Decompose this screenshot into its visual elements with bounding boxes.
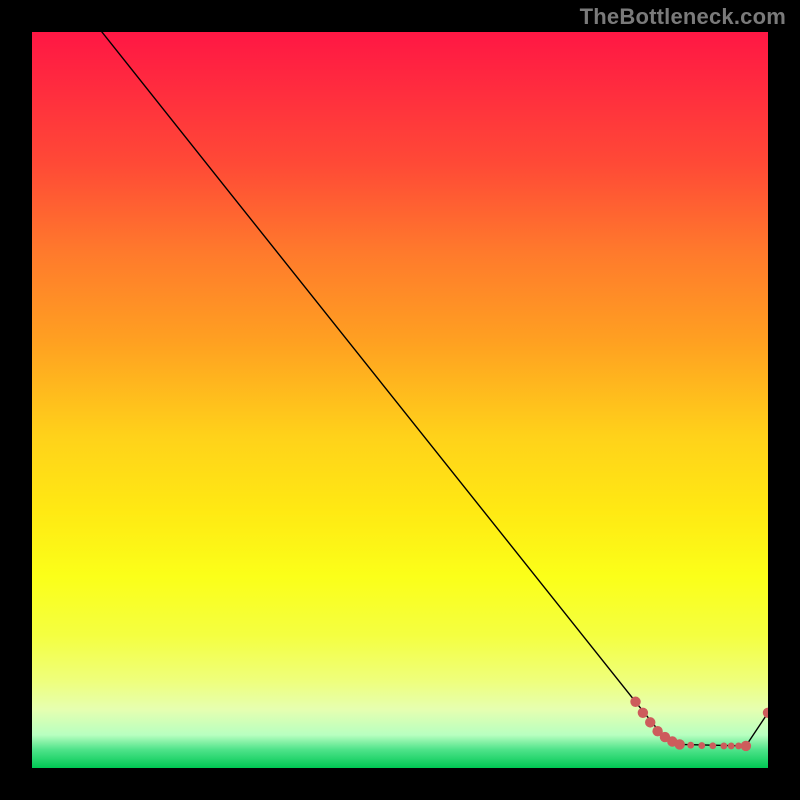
chart-background xyxy=(32,32,768,768)
chart-dot xyxy=(638,708,648,718)
chart-root: TheBottleneck.com xyxy=(0,0,800,800)
chart-dot xyxy=(630,697,640,707)
watermark-label: TheBottleneck.com xyxy=(580,4,786,30)
chart-dot xyxy=(741,741,751,751)
chart-dot xyxy=(728,743,735,750)
chart-canvas xyxy=(32,32,768,768)
chart-dot xyxy=(674,739,684,749)
chart-dot xyxy=(720,743,727,750)
chart-dot xyxy=(687,742,694,749)
chart-dot xyxy=(698,742,705,749)
chart-dot xyxy=(709,742,716,749)
chart-dot xyxy=(645,717,655,727)
